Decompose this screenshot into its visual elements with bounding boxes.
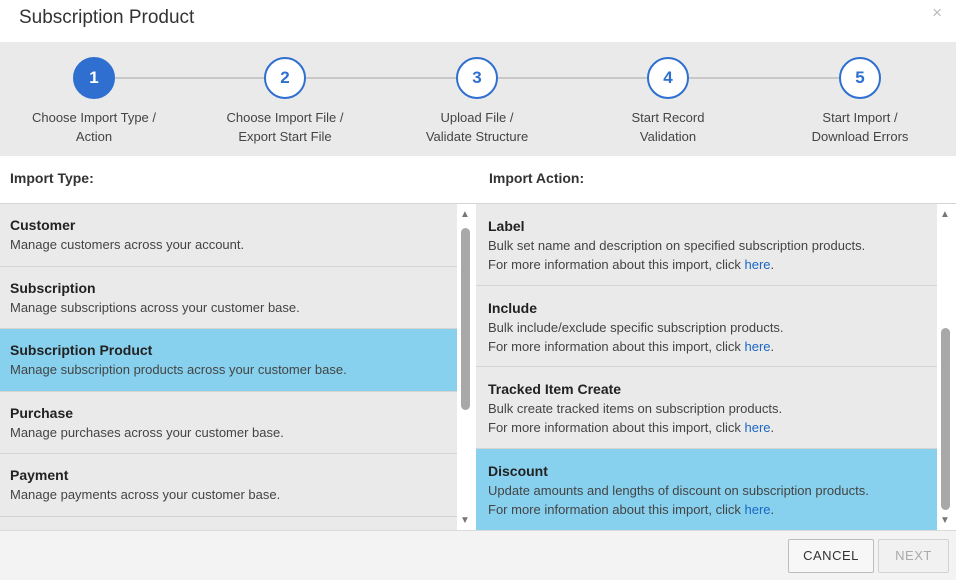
step-5: 5 Start Import / Download Errors bbox=[770, 57, 950, 146]
step-label-line: Export Start File bbox=[238, 129, 332, 144]
more-info-suffix: . bbox=[770, 420, 775, 436]
step-number: 4 bbox=[647, 57, 689, 99]
step-label-line: Choose Import File / bbox=[226, 110, 344, 125]
step-label: Upload File / Validate Structure bbox=[387, 108, 567, 146]
step-label-line: Validate Structure bbox=[425, 129, 529, 144]
import-stepper: 1 Choose Import Type / Action 2 Choose Impor… bbox=[0, 42, 956, 156]
scroll-up-icon[interactable]: ▲ bbox=[460, 210, 470, 220]
step-number: 2 bbox=[264, 57, 306, 99]
item-description: Bulk include/exclude specific subscripti… bbox=[488, 319, 784, 335]
more-info-text: For more information about this import, … bbox=[488, 500, 925, 519]
step-number: 3 bbox=[456, 57, 498, 99]
step-label-line: Action bbox=[75, 129, 113, 144]
more-info-suffix: . bbox=[770, 338, 775, 354]
item-description: Bulk create tracked items on subscriptio… bbox=[488, 401, 783, 417]
more-info-prefix: For more information about this import, … bbox=[488, 257, 745, 272]
item-title: Subscription Product bbox=[10, 342, 153, 359]
import-type-header: Import Type: bbox=[10, 170, 94, 186]
item-description: Update amounts and lengths of discount o… bbox=[488, 483, 869, 499]
more-info-text: For more information about this import, … bbox=[488, 337, 925, 356]
item-title: Customer bbox=[10, 217, 76, 233]
item-description: Manage subscriptions across your custome… bbox=[10, 299, 300, 315]
import-action-list: Label Bulk set name and description on sp… bbox=[476, 204, 937, 530]
step-label-line: Upload File / bbox=[440, 110, 514, 125]
step-label-line: Choose Import Type / bbox=[31, 110, 157, 125]
item-title: Payment bbox=[10, 467, 69, 484]
step-1: 1 Choose Import Type / Action bbox=[4, 57, 184, 146]
import-action-item[interactable]: Label Bulk set name and description on sp… bbox=[476, 204, 937, 286]
scroll-up-icon[interactable]: ▲ bbox=[940, 210, 950, 220]
close-icon[interactable]: × bbox=[932, 3, 942, 23]
step-label: Choose Import Type / Action bbox=[4, 108, 184, 146]
step-2: 2 Choose Import File / Export Start File bbox=[195, 57, 375, 146]
more-info-prefix: For more information about this import, … bbox=[488, 502, 745, 518]
dialog-footer: CANCEL NEXT bbox=[0, 530, 956, 580]
import-action-item[interactable]: Discount Update amounts and lengths of di… bbox=[476, 449, 937, 530]
import-action-item[interactable]: Include Bulk include/exclude specific sub… bbox=[476, 286, 937, 368]
item-title: Discount bbox=[488, 463, 548, 480]
import-type-item[interactable]: Customer Manage customers across your acc… bbox=[0, 204, 457, 267]
scroll-down-icon[interactable]: ▼ bbox=[460, 516, 470, 526]
import-type-item[interactable]: Subscription Product Manage subscription … bbox=[0, 329, 457, 392]
import-type-list: Customer Manage customers across your acc… bbox=[0, 204, 457, 530]
more-info-link[interactable]: here bbox=[744, 339, 770, 354]
scroll-thumb[interactable] bbox=[461, 228, 470, 410]
scroll-thumb[interactable] bbox=[941, 328, 950, 510]
more-info-text: For more information about this import, … bbox=[488, 255, 925, 274]
step-3: 3 Upload File / Validate Structure bbox=[387, 57, 567, 146]
step-label-line: Start Record bbox=[631, 110, 705, 125]
import-action-header: Import Action: bbox=[489, 170, 585, 186]
next-button: NEXT bbox=[878, 539, 949, 573]
more-info-text: For more information about this import, … bbox=[488, 418, 925, 437]
item-description: Manage purchases across your customer ba… bbox=[10, 424, 284, 440]
scroll-down-icon[interactable]: ▼ bbox=[940, 516, 950, 526]
step-number: 5 bbox=[839, 57, 881, 99]
more-info-link[interactable]: here bbox=[744, 502, 770, 517]
dialog-title: Subscription Product bbox=[19, 7, 195, 28]
item-description: Bulk set name and description on specifi… bbox=[488, 238, 866, 253]
more-info-link[interactable]: here bbox=[744, 420, 770, 435]
dialog-titlebar: Subscription Product × bbox=[0, 0, 956, 42]
step-label: Start Import / Download Errors bbox=[770, 108, 950, 146]
import-type-item[interactable]: Payment Manage payments across your custo… bbox=[0, 454, 457, 517]
item-title: Purchase bbox=[10, 404, 74, 421]
item-description: Manage customers across your account. bbox=[10, 237, 245, 252]
step-label-line: Start Import / bbox=[822, 110, 898, 125]
step-label: Start Record Validation bbox=[578, 108, 758, 146]
item-description: Manage payments across your customer bas… bbox=[10, 487, 281, 503]
more-info-suffix: . bbox=[770, 502, 775, 518]
item-title: Include bbox=[488, 299, 538, 316]
more-info-link[interactable]: here bbox=[744, 257, 770, 272]
step-label-line: Download Errors bbox=[811, 129, 909, 144]
more-info-prefix: For more information about this import, … bbox=[488, 338, 745, 354]
item-description: Manage subscription products across your… bbox=[10, 362, 347, 378]
cancel-button[interactable]: CANCEL bbox=[788, 539, 874, 573]
more-info-suffix: . bbox=[770, 257, 775, 272]
import-type-item[interactable]: Subscription Manage subscriptions across … bbox=[0, 267, 457, 330]
import-action-scrollbar[interactable]: ▲ ▼ bbox=[937, 204, 954, 530]
import-type-scrollbar[interactable]: ▲ ▼ bbox=[457, 204, 474, 530]
step-label-line: Validation bbox=[639, 129, 697, 144]
item-title: Tracked Item Create bbox=[488, 381, 622, 398]
item-title: Subscription bbox=[10, 279, 96, 296]
more-info-prefix: For more information about this import, … bbox=[488, 420, 745, 436]
step-number: 1 bbox=[73, 57, 115, 99]
step-label: Choose Import File / Export Start File bbox=[195, 108, 375, 146]
item-title: Label bbox=[488, 218, 525, 234]
import-action-item[interactable]: Tracked Item Create Bulk create tracked i… bbox=[476, 367, 937, 450]
import-type-item[interactable]: Purchase Manage purchases across your cus… bbox=[0, 392, 457, 455]
step-4: 4 Start Record Validation bbox=[578, 57, 758, 146]
